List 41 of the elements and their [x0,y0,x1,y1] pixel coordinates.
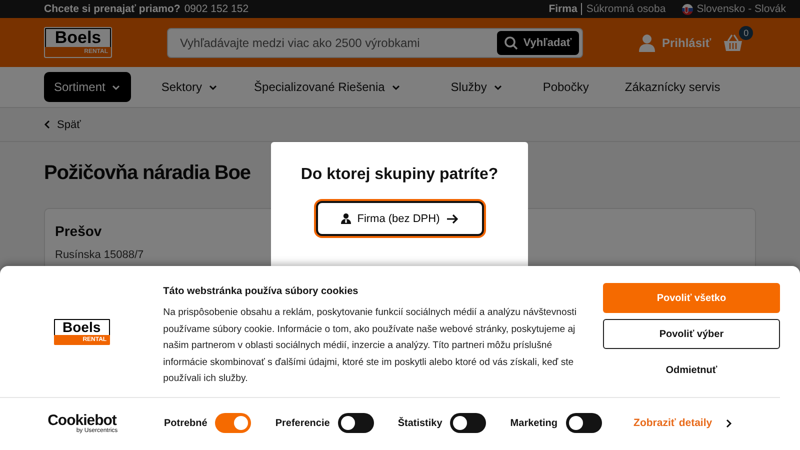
branch-name: Prešov [55,223,102,239]
allow-all-button[interactable]: Povoliť všetko [602,283,780,313]
nav-menu-item[interactable]: Zákaznícky servis [624,72,720,102]
nav-menu-item[interactable]: Špecializované Riešenia [254,72,401,102]
search-field[interactable]: Vyhľadávajte medzi viac ako 2500 výrobkami Vyhľadať [167,28,583,58]
nav-menu-item[interactable]: Služby [450,72,503,102]
page-title: Požičovňa náradia Boe [44,161,250,186]
chevron-left-icon [44,120,50,129]
cart-count-badge: 0 [739,26,754,40]
nav-menu-item[interactable]: Sektory [161,72,218,102]
customer-type-link[interactable]: Firma [548,3,578,15]
business-person-icon [341,213,352,224]
address-text: Rusínska 15088/7 [55,248,144,263]
toggle-label: Potrebné [164,418,208,428]
allow-selection-button[interactable]: Povoliť výber [602,319,780,349]
arrow-right-icon [446,214,458,224]
chevron-right-icon [726,418,732,428]
nav-menu-item[interactable]: Sortiment [44,72,132,102]
basket-icon [723,34,744,52]
cookie-description: Na prispôsobenie obsahu a reklám, poskytovanie funkcií sociálnych médií a analýzu návštevnosti používame súbory cookie. Informácie o tom, ako používate naše webové stránky, poskytujeme aj našim partnerom v oblasti sociálnych médií, inzercie a analýzy. Títo partneri môžu príslušné informácie skombinovať s ďalšími údajmi, ktoré ste im poskytli alebo ktoré od vás získali, keď ste používali ich služby. [163,306,578,386]
customer-type-link[interactable]: Súkromná osoba [586,3,666,15]
toggle-label: Preferencie [275,418,330,428]
cookie-title: Táto webstránka používa súbory cookies [163,286,360,297]
back-link[interactable]: Späť [44,118,81,130]
flag-icon [682,4,693,14]
search-icon [504,36,518,50]
search-button[interactable]: Vyhľadať [497,30,579,54]
toggle-switch[interactable] [566,413,602,433]
promo-text: Chcete si prenajať priamo? [44,3,180,15]
toggle-switch[interactable] [338,413,374,433]
modal-title: Do ktorej skupiny patríte? [300,166,498,184]
option-button[interactable]: Firma (bez DPH) [316,201,484,236]
toggle-label: Marketing [510,418,558,428]
user-icon [639,34,655,52]
nav-menu-item[interactable]: Pobočky [542,72,589,102]
phone-link[interactable]: 0902 152 152 [184,3,249,15]
toggle-switch[interactable] [215,413,252,433]
toggle-switch[interactable] [450,413,486,433]
details-link[interactable]: Zobraziť detaily [634,417,732,429]
language-selector[interactable]: Slovensko - Slovák [682,3,786,15]
toggle-label: Štatistiky [398,418,442,428]
